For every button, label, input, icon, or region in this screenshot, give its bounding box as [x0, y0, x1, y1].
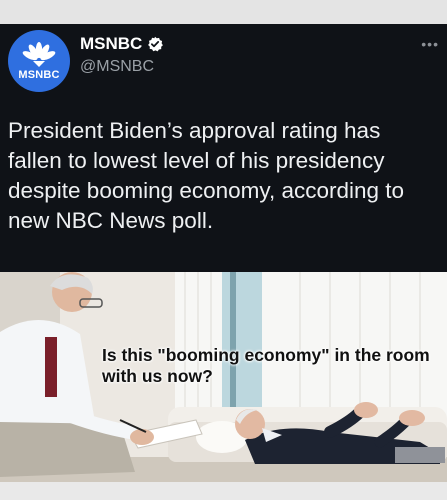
avatar[interactable]: MSNBC: [8, 30, 70, 92]
bottom-border: [0, 482, 447, 500]
top-border: [0, 0, 447, 24]
account-name[interactable]: MSNBC: [80, 34, 142, 54]
meme-caption: Is this "booming economy" in the room wi…: [102, 345, 430, 386]
peacock-logo-icon: [22, 42, 56, 67]
more-options-icon[interactable]: •••: [421, 36, 439, 52]
account-handle[interactable]: @MSNBC: [80, 58, 154, 76]
avatar-wordmark: MSNBC: [18, 69, 60, 81]
tweet-card: MSNBC MSNBC @MSNBC ••• President Biden’s…: [0, 24, 447, 272]
name-row: MSNBC: [80, 34, 164, 54]
meme-image: Is this "booming economy" in the room wi…: [0, 272, 447, 482]
verified-badge-icon: [148, 36, 164, 52]
tweet-text: President Biden’s approval rating has fa…: [8, 118, 405, 233]
